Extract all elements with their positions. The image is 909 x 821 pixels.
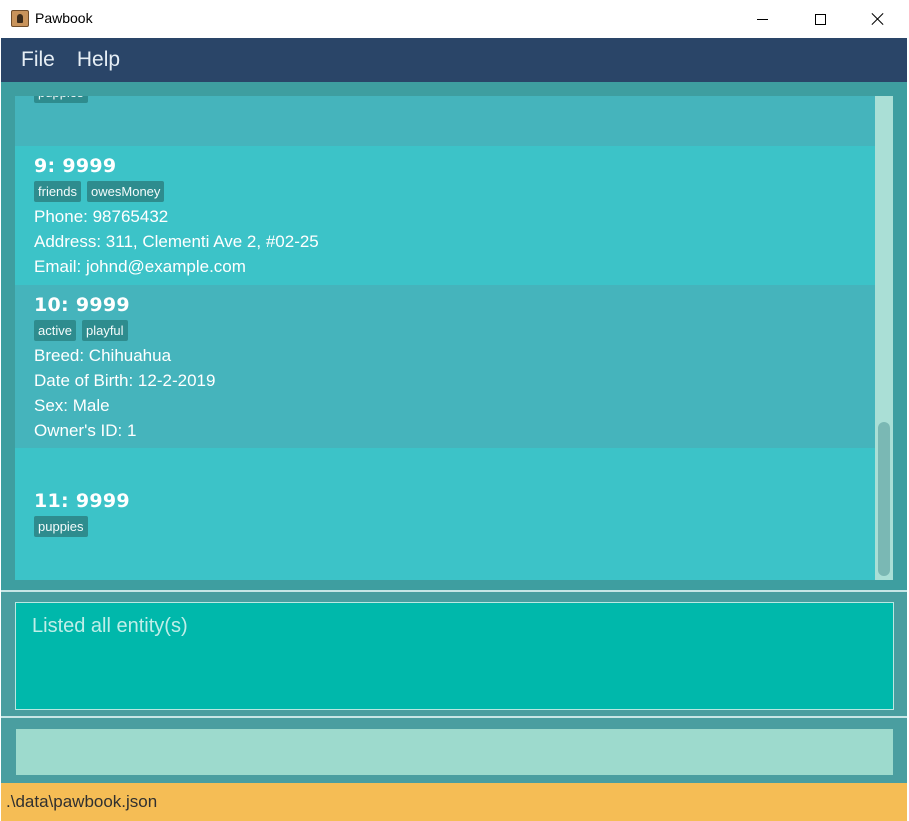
entity-list-panel: puppies 9: 9999 friends owesMoney Phone:… [1,82,907,592]
app-icon [11,10,29,27]
breed-field: Breed: Chihuahua [34,346,172,365]
menu-file[interactable]: File [21,48,55,72]
tag: puppies [34,96,88,103]
save-location: .\data\pawbook.json [6,792,158,811]
command-panel [1,720,907,783]
tag: owesMoney [87,181,165,202]
email-field: Email: johnd@example.com [34,257,246,276]
result-panel: Listed all entity(s) [1,594,907,718]
menu-bar: File Help [1,38,907,82]
tag-list: puppies [34,96,875,103]
maximize-icon [814,13,826,25]
maximize-button[interactable] [791,0,849,38]
entity-card-11[interactable]: 11: 9999 puppies [15,448,875,580]
tag-list: puppies [34,516,875,537]
title-bar: Pawbook [0,0,909,38]
entity-title: 10: 9999 [34,294,130,316]
tag: playful [81,320,128,341]
window-title: Pawbook [35,10,93,26]
tag: puppies [34,516,88,537]
dob-field: Date of Birth: 12-2-2019 [34,371,216,390]
entity-card-9[interactable]: 9: 9999 friends owesMoney Phone: 9876543… [15,146,875,285]
minimize-icon [756,18,768,20]
scrollbar-thumb[interactable] [878,422,890,576]
entity-card-10[interactable]: 10: 9999 active playful Breed: Chihuahua… [15,285,875,448]
list-scrollbar[interactable] [875,96,893,580]
close-button[interactable] [849,0,907,38]
result-display: Listed all entity(s) [15,602,894,710]
owner-id-field: Owner's ID: 1 [34,421,137,440]
minimize-button[interactable] [733,0,791,38]
menu-help[interactable]: Help [77,48,120,72]
command-input[interactable] [16,729,893,775]
tag: active [34,320,76,341]
address-field: Address: 311, Clementi Ave 2, #02-25 [34,232,319,251]
tag-list: active playful [34,320,875,341]
entity-card-8[interactable]: puppies [15,96,875,146]
main-area: puppies 9: 9999 friends owesMoney Phone:… [1,82,907,783]
close-icon [871,12,885,26]
entity-title: 11: 9999 [34,490,130,512]
phone-field: Phone: 98765432 [34,207,169,226]
entity-list[interactable]: puppies 9: 9999 friends owesMoney Phone:… [15,96,875,580]
tag-list: friends owesMoney [34,181,875,202]
sex-field: Sex: Male [34,396,110,415]
status-bar: .\data\pawbook.json [1,783,907,821]
tag: friends [34,181,82,202]
entity-title: 9: 9999 [34,155,117,177]
